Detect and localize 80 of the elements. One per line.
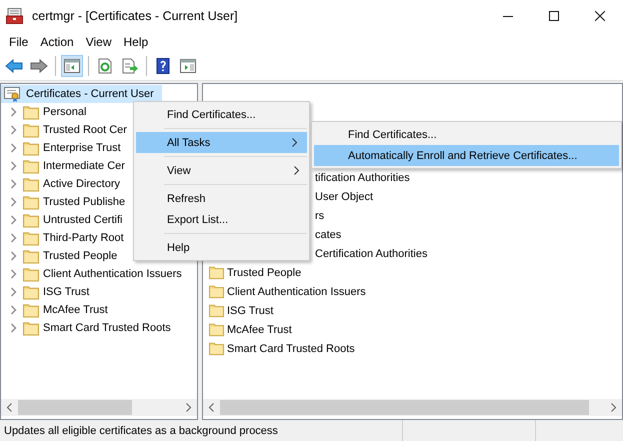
scroll-right-icon[interactable] bbox=[186, 403, 191, 412]
tree-item[interactable]: Client Authentication Issuers bbox=[1, 265, 197, 283]
expand-chevron-icon[interactable] bbox=[10, 323, 17, 333]
list-item[interactable]: Trusted People bbox=[203, 263, 622, 282]
window-pane-icon bbox=[63, 58, 81, 74]
expand-chevron-icon[interactable] bbox=[10, 215, 17, 225]
maximize-icon bbox=[549, 10, 559, 20]
folder-icon bbox=[23, 194, 39, 210]
folder-icon bbox=[209, 341, 224, 356]
expand-chevron-icon[interactable] bbox=[10, 161, 17, 171]
window-pane-icon bbox=[179, 58, 197, 74]
folder-icon bbox=[209, 303, 224, 318]
menu-item[interactable]: Action bbox=[34, 32, 80, 50]
menu-item[interactable]: View bbox=[80, 32, 118, 50]
folder-icon bbox=[23, 302, 39, 318]
show-tree-button[interactable] bbox=[61, 55, 83, 77]
folder-icon bbox=[23, 320, 39, 336]
expand-chevron-icon[interactable] bbox=[10, 233, 17, 243]
help-icon bbox=[154, 58, 172, 74]
scroll-left-icon[interactable] bbox=[209, 403, 214, 412]
folder-icon bbox=[23, 176, 39, 192]
list-item-label: User Object bbox=[315, 190, 374, 202]
expand-chevron-icon[interactable] bbox=[10, 287, 17, 297]
tree-item[interactable]: Certificates - Current User bbox=[1, 85, 162, 103]
list-item-label: ISG Trust bbox=[227, 304, 274, 316]
menu-item[interactable]: Automatically Enroll and Retrieve Certificates... bbox=[314, 145, 619, 166]
close-icon bbox=[595, 10, 605, 20]
scroll-left-icon[interactable] bbox=[7, 403, 12, 412]
tree-item[interactable]: Smart Card Trusted Roots bbox=[1, 319, 197, 337]
list-item[interactable]: Smart Card Trusted Roots bbox=[203, 339, 622, 358]
folder-icon bbox=[209, 322, 224, 337]
expand-chevron-icon[interactable] bbox=[10, 179, 17, 189]
expand-chevron-icon[interactable] bbox=[10, 143, 17, 153]
expand-chevron-icon[interactable] bbox=[10, 125, 17, 135]
menu-item[interactable]: Help bbox=[118, 32, 154, 50]
expand-chevron-icon[interactable] bbox=[10, 305, 17, 315]
menu-item[interactable]: Help bbox=[134, 237, 309, 258]
list-item-label: McAfee Trust bbox=[227, 324, 292, 336]
horizontal-scrollbar[interactable] bbox=[1, 399, 197, 416]
list-item-label: Certification Authorities bbox=[315, 248, 428, 260]
window-title: certmgr - [Certificates - Current User] bbox=[32, 8, 239, 22]
folder-icon bbox=[23, 266, 39, 282]
scroll-right-icon[interactable] bbox=[611, 403, 616, 412]
folder-icon bbox=[23, 212, 39, 228]
menu-item[interactable]: Export List... bbox=[134, 209, 309, 230]
menu-item[interactable]: File bbox=[3, 32, 34, 50]
list-item-label: Trusted People bbox=[227, 266, 302, 278]
folder-icon bbox=[23, 104, 39, 120]
tree-item[interactable]: McAfee Trust bbox=[1, 301, 197, 319]
folder-icon bbox=[23, 230, 39, 246]
menu-item[interactable]: Find Certificates... bbox=[314, 124, 619, 145]
folder-icon bbox=[23, 248, 39, 264]
folder-icon bbox=[209, 265, 224, 280]
horizontal-scrollbar[interactable] bbox=[203, 399, 622, 416]
right-arrow-icon bbox=[30, 58, 48, 74]
list-item[interactable]: ISG Trust bbox=[203, 301, 622, 320]
expand-chevron-icon[interactable] bbox=[10, 251, 17, 261]
document-arrow-icon bbox=[121, 58, 139, 74]
folder-icon bbox=[209, 284, 224, 299]
expand-chevron-icon[interactable] bbox=[10, 269, 17, 279]
expand-chevron-icon[interactable] bbox=[10, 107, 17, 117]
menu-item[interactable]: All Tasks bbox=[136, 132, 307, 153]
folder-icon bbox=[23, 284, 39, 300]
list-item-label: Smart Card Trusted Roots bbox=[227, 342, 355, 354]
list-item-label: tification Authorities bbox=[315, 172, 410, 184]
left-arrow-icon bbox=[5, 58, 23, 74]
list-item[interactable]: McAfee Trust bbox=[203, 320, 622, 339]
list-item[interactable]: Client Authentication Issuers bbox=[203, 282, 622, 301]
status-text: Updates all eligible certificates as a background process bbox=[3, 424, 279, 436]
folder-icon bbox=[23, 158, 39, 174]
folder-icon bbox=[23, 140, 39, 156]
expand-chevron-icon[interactable] bbox=[10, 197, 17, 207]
certificate-icon bbox=[4, 86, 21, 102]
toolbox-icon bbox=[6, 8, 24, 24]
tree-item[interactable]: ISG Trust bbox=[1, 283, 197, 301]
folder-icon bbox=[23, 122, 39, 138]
list-item-label: cates bbox=[315, 228, 342, 240]
refresh-icon bbox=[96, 58, 114, 74]
list-item-label: rs bbox=[315, 210, 324, 222]
list-item-label: Client Authentication Issuers bbox=[227, 286, 366, 298]
